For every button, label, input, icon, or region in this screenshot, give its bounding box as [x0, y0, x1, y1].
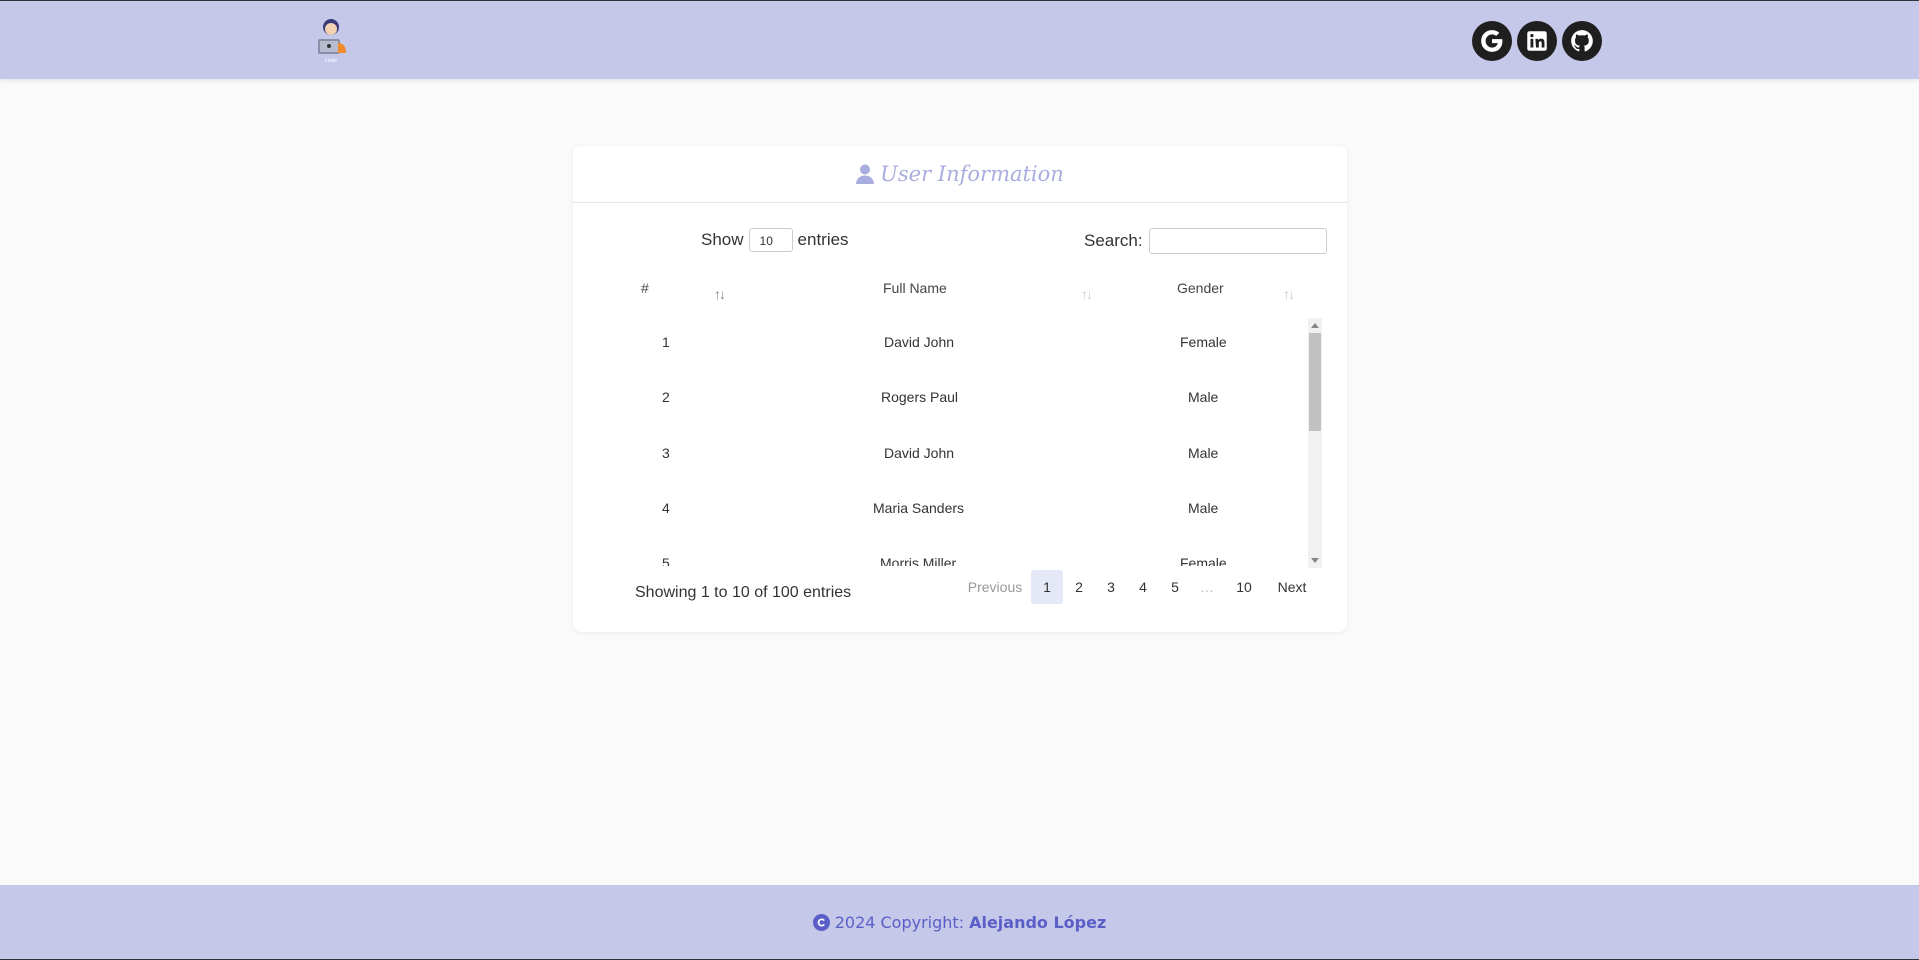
navbar: code: [0, 0, 1919, 79]
entries-label: entries: [797, 230, 849, 249]
row-full-name: David John: [884, 445, 955, 461]
page-button-2[interactable]: 2: [1063, 570, 1095, 604]
table-row[interactable]: 5 Morris Miller Female: [573, 539, 1347, 566]
row-full-name: Rogers Paul: [881, 389, 959, 405]
row-full-name: David John: [884, 334, 955, 350]
table-body: 1 David John Female 2 Rogers Paul Male 3…: [573, 318, 1347, 566]
card-title: User Information: [880, 162, 1064, 186]
table-info: Showing 1 to 10 of 100 entries: [635, 584, 852, 601]
entries-length-control: Show 10 entries: [701, 228, 849, 252]
scroll-down-arrow-icon[interactable]: [1311, 558, 1319, 563]
row-number: 4: [662, 500, 670, 516]
sort-arrows-icon[interactable]: ↑↓: [1283, 286, 1295, 302]
row-full-name: Morris Miller: [880, 555, 957, 566]
sort-arrows-icon[interactable]: ↑↓: [1081, 286, 1093, 302]
row-gender: Female: [1180, 555, 1227, 566]
search-label: Search:: [1084, 231, 1143, 250]
entries-select[interactable]: 10: [748, 228, 793, 252]
linkedin-icon[interactable]: [1517, 21, 1557, 61]
pagination-ellipsis: …: [1200, 579, 1214, 595]
svg-text:code: code: [325, 58, 337, 64]
table-row[interactable]: 3 David John Male: [573, 429, 1347, 484]
github-icon[interactable]: [1562, 21, 1602, 61]
scrollbar-thumb[interactable]: [1309, 333, 1321, 431]
footer: 2024 Copyright: Alejando López: [0, 885, 1919, 960]
search-input[interactable]: [1148, 228, 1327, 254]
copyright-text: 2024 Copyright:: [834, 912, 965, 932]
author-link[interactable]: Alejando López: [969, 913, 1106, 932]
copyright-icon: [812, 913, 830, 931]
card-header: User Information: [573, 146, 1347, 203]
show-label: Show: [701, 230, 744, 249]
table-row[interactable]: 2 Rogers Paul Male: [573, 373, 1347, 428]
scroll-up-arrow-icon[interactable]: [1311, 323, 1319, 328]
page-button-3[interactable]: 3: [1095, 570, 1127, 604]
row-number: 1: [662, 334, 670, 350]
page-button-5[interactable]: 5: [1159, 570, 1191, 604]
page-button-10[interactable]: 10: [1224, 570, 1264, 604]
row-gender: Male: [1188, 500, 1219, 516]
next-button[interactable]: Next: [1270, 570, 1314, 604]
row-number: 5: [662, 555, 670, 566]
column-header-full-name[interactable]: Full Name: [883, 280, 947, 296]
row-number: 3: [662, 445, 670, 461]
user-info-card: User Information Show 10 entries Search:…: [573, 146, 1347, 632]
row-gender: Female: [1180, 334, 1227, 350]
row-full-name: Maria Sanders: [873, 500, 965, 516]
search-control: Search:: [1084, 228, 1327, 254]
google-icon[interactable]: [1472, 21, 1512, 61]
logo[interactable]: code: [312, 15, 350, 65]
table-row[interactable]: 1 David John Female: [573, 318, 1347, 373]
row-gender: Male: [1188, 445, 1219, 461]
previous-button[interactable]: Previous: [959, 570, 1031, 604]
table-scrollbar[interactable]: [1308, 318, 1322, 568]
sort-arrows-icon[interactable]: ↑↓: [714, 286, 726, 302]
column-header-gender[interactable]: Gender: [1177, 280, 1224, 296]
column-header-number[interactable]: #: [641, 280, 649, 296]
table-row[interactable]: 4 Maria Sanders Male: [573, 484, 1347, 539]
row-gender: Male: [1188, 389, 1219, 405]
page-button-1[interactable]: 1: [1031, 570, 1063, 604]
page-button-4[interactable]: 4: [1127, 570, 1159, 604]
user-icon: [856, 164, 875, 184]
row-number: 2: [662, 389, 670, 405]
